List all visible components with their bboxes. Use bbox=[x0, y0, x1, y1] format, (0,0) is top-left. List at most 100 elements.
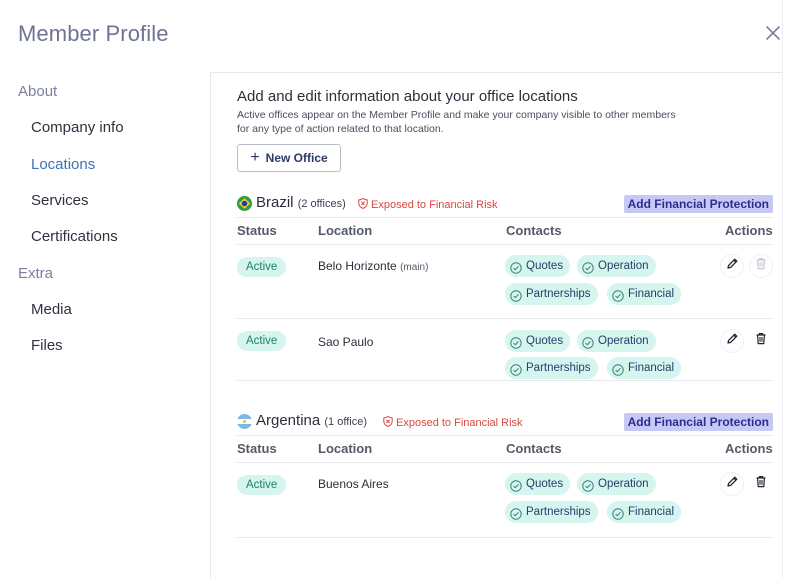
flag-argentina-icon bbox=[237, 414, 252, 429]
sidebar-item-company-info[interactable]: Company info bbox=[31, 119, 124, 136]
header-divider bbox=[210, 72, 782, 73]
new-office-button[interactable]: + New Office bbox=[237, 144, 341, 172]
contact-label: Operation bbox=[598, 335, 649, 347]
check-circle-icon bbox=[510, 288, 522, 302]
main-office-tag: (main) bbox=[400, 262, 429, 273]
contact-chip-quotes[interactable]: Quotes bbox=[505, 473, 571, 495]
risk-label: Exposed to Financial Risk bbox=[396, 417, 523, 429]
modal-edge bbox=[782, 0, 783, 578]
close-icon bbox=[766, 26, 780, 40]
contact-chip-financial[interactable]: Financial bbox=[607, 501, 682, 523]
check-circle-icon bbox=[510, 478, 522, 492]
contact-chip-quotes[interactable]: Quotes bbox=[505, 255, 571, 277]
location-name: Sao Paulo bbox=[318, 335, 373, 349]
sidebar-item-certifications[interactable]: Certifications bbox=[31, 228, 118, 245]
column-header-location: Location bbox=[318, 441, 373, 456]
country-label: Argentina bbox=[256, 412, 321, 429]
location-label: Buenos Aires bbox=[318, 477, 389, 491]
trash-icon bbox=[755, 332, 767, 350]
status-badge: Active bbox=[237, 257, 287, 277]
contact-chip-operation[interactable]: Operation bbox=[577, 330, 656, 352]
flag-brazil-icon bbox=[237, 196, 252, 211]
contact-chip-financial[interactable]: Financial bbox=[607, 357, 682, 379]
contact-label: Financial bbox=[628, 362, 675, 374]
contact-label: Financial bbox=[628, 506, 675, 518]
table-header: Status Location Contacts Actions bbox=[237, 435, 773, 463]
contact-label: Quotes bbox=[526, 478, 564, 490]
edit-button[interactable] bbox=[721, 473, 743, 495]
add-financial-protection-button[interactable]: Add Financial Protection bbox=[623, 195, 773, 213]
close-button[interactable] bbox=[764, 24, 782, 42]
risk-label: Exposed to Financial Risk bbox=[371, 199, 498, 211]
location-name: Belo Horizonte (main) bbox=[318, 259, 428, 273]
country-name: Argentina (1 office) bbox=[256, 412, 367, 429]
contact-chip-financial[interactable]: Financial bbox=[607, 283, 682, 305]
location-name: Buenos Aires bbox=[318, 477, 389, 491]
delete-button bbox=[750, 255, 772, 277]
table-header: Status Location Contacts Actions bbox=[237, 217, 773, 245]
group-header: Brazil (2 offices) Exposed to Financial … bbox=[237, 193, 773, 217]
edit-button[interactable] bbox=[721, 330, 743, 352]
contact-chip-operation[interactable]: Operation bbox=[577, 473, 656, 495]
delete-button[interactable] bbox=[750, 473, 772, 495]
add-financial-protection-button[interactable]: Add Financial Protection bbox=[623, 413, 773, 431]
column-header-location: Location bbox=[318, 223, 373, 238]
trash-icon bbox=[755, 257, 767, 275]
pencil-icon bbox=[726, 475, 739, 493]
sidebar-item-services[interactable]: Services bbox=[31, 192, 89, 209]
contact-label: Financial bbox=[628, 288, 675, 300]
delete-button[interactable] bbox=[750, 330, 772, 352]
table-row: Active Sao Paulo Quotes Operation Partnershi… bbox=[237, 319, 773, 381]
contact-chip-partnerships[interactable]: Partnerships bbox=[505, 283, 598, 305]
shield-x-icon bbox=[383, 416, 393, 430]
column-header-contacts: Contacts bbox=[506, 223, 562, 238]
sidebar-item-locations[interactable]: Locations bbox=[31, 156, 95, 173]
contact-label: Partnerships bbox=[526, 362, 591, 374]
modal-title: Member Profile bbox=[18, 21, 169, 46]
contact-label: Operation bbox=[598, 478, 649, 490]
status-badge: Active bbox=[237, 475, 287, 495]
column-header-actions: Actions bbox=[725, 441, 773, 456]
sidebar-section-about: About bbox=[18, 83, 58, 100]
check-circle-icon bbox=[612, 506, 624, 520]
sidebar-divider bbox=[210, 73, 211, 578]
check-circle-icon bbox=[612, 362, 624, 376]
check-circle-icon bbox=[510, 506, 522, 520]
shield-x-icon bbox=[358, 198, 368, 212]
column-header-status: Status bbox=[237, 441, 277, 456]
country-label: Brazil bbox=[256, 194, 294, 211]
contact-label: Operation bbox=[598, 260, 649, 272]
check-circle-icon bbox=[510, 260, 522, 274]
office-group-argentina: Argentina (1 office) Exposed to Financia… bbox=[237, 411, 773, 538]
column-header-status: Status bbox=[237, 223, 277, 238]
contact-label: Partnerships bbox=[526, 506, 591, 518]
contact-chip-partnerships[interactable]: Partnerships bbox=[505, 501, 598, 523]
financial-risk-warning: Exposed to Financial Risk bbox=[383, 416, 523, 430]
column-header-contacts: Contacts bbox=[506, 441, 562, 456]
check-circle-icon bbox=[510, 362, 522, 376]
contact-chip-operation[interactable]: Operation bbox=[577, 255, 656, 277]
location-label: Sao Paulo bbox=[318, 335, 374, 349]
check-circle-icon bbox=[582, 260, 594, 274]
check-circle-icon bbox=[582, 335, 594, 349]
contact-chip-quotes[interactable]: Quotes bbox=[505, 330, 571, 352]
sidebar-item-files[interactable]: Files bbox=[31, 337, 63, 354]
sidebar-section-extra: Extra bbox=[18, 265, 54, 282]
sidebar-item-media[interactable]: Media bbox=[31, 301, 72, 318]
financial-risk-warning: Exposed to Financial Risk bbox=[358, 198, 498, 212]
pencil-icon bbox=[726, 332, 739, 350]
column-header-actions: Actions bbox=[725, 223, 773, 238]
check-circle-icon bbox=[612, 288, 624, 302]
contact-label: Partnerships bbox=[526, 288, 591, 300]
contact-label: Quotes bbox=[526, 260, 564, 272]
office-group-brazil: Brazil (2 offices) Exposed to Financial … bbox=[237, 193, 773, 381]
location-label: Belo Horizonte bbox=[318, 259, 397, 273]
pencil-icon bbox=[726, 257, 739, 275]
contact-label: Quotes bbox=[526, 335, 564, 347]
status-badge: Active bbox=[237, 331, 287, 351]
office-count: (1 office) bbox=[324, 416, 367, 428]
edit-button[interactable] bbox=[721, 255, 743, 277]
trash-icon bbox=[755, 475, 767, 493]
country-name: Brazil (2 offices) bbox=[256, 194, 346, 211]
contact-chip-partnerships[interactable]: Partnerships bbox=[505, 357, 598, 379]
